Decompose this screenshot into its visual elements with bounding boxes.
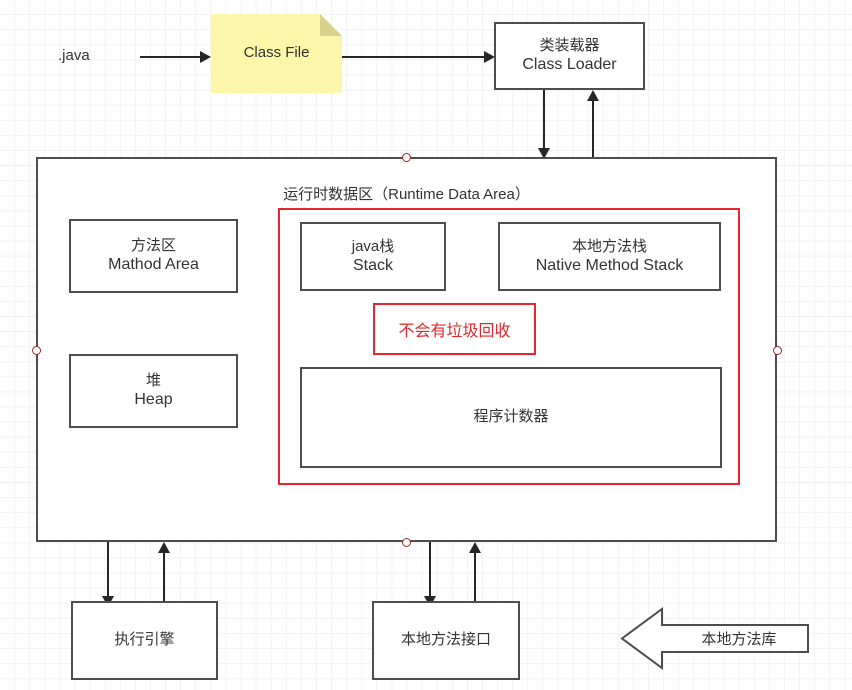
- heap-box[interactable]: 堆 Heap: [69, 354, 238, 428]
- heap-label-cn: 堆: [145, 372, 161, 390]
- native-method-library-arrow[interactable]: 本地方法库: [620, 605, 810, 672]
- arrow-from-execution-engine-head: [158, 542, 170, 553]
- arrow-from-native-interface-line: [474, 549, 476, 605]
- class-file-label: Class File: [243, 44, 310, 62]
- class-file-note[interactable]: Class File: [211, 14, 342, 93]
- diagram-canvas: .java Class File 类装载器 Class Loader 运行时数据…: [0, 0, 852, 690]
- native-method-stack-label-en: Native Method Stack: [535, 256, 684, 274]
- java-stack-label-en: Stack: [352, 256, 393, 274]
- native-method-interface-label-cn: 本地方法接口: [400, 631, 491, 649]
- arrow-to-execution-engine-line: [107, 542, 109, 600]
- native-method-stack-box[interactable]: 本地方法栈 Native Method Stack: [498, 222, 721, 291]
- native-method-library-label-cn: 本地方法库: [701, 631, 777, 648]
- java-stack-label-cn: java栈: [351, 237, 395, 255]
- program-counter-label-cn: 程序计数器: [473, 408, 549, 426]
- arrow-to-native-interface-line: [429, 542, 431, 600]
- connection-handle-top[interactable]: [402, 153, 411, 162]
- class-file-note-fold-icon: [320, 14, 342, 36]
- arrow-java-to-classfile-head: [200, 51, 211, 63]
- arrow-loader-up-line: [592, 97, 594, 157]
- arrow-loader-down-line: [543, 90, 545, 152]
- execution-engine-box[interactable]: 执行引擎: [71, 601, 218, 680]
- connection-handle-left[interactable]: [32, 346, 41, 355]
- runtime-data-area-title: 运行时数据区（Runtime Data Area）: [283, 186, 530, 203]
- connection-handle-right[interactable]: [773, 346, 782, 355]
- native-method-stack-label-cn: 本地方法栈: [571, 237, 647, 255]
- arrow-java-to-classfile-line: [140, 56, 202, 58]
- arrow-from-execution-engine-line: [163, 549, 165, 605]
- heap-label-en: Heap: [134, 391, 173, 409]
- execution-engine-label-cn: 执行引擎: [114, 631, 175, 649]
- class-loader-box[interactable]: 类装载器 Class Loader: [494, 22, 645, 90]
- connection-handle-bottom[interactable]: [402, 538, 411, 547]
- arrow-loader-up-head: [587, 90, 599, 101]
- class-loader-label-en: Class Loader: [522, 56, 617, 74]
- method-area-box[interactable]: 方法区 Mathod Area: [69, 219, 238, 293]
- no-gc-note-label: 不会有垃圾回收: [398, 323, 511, 340]
- no-gc-note[interactable]: 不会有垃圾回收: [373, 303, 536, 355]
- source-file-label: .java: [58, 47, 90, 64]
- program-counter-box[interactable]: 程序计数器: [300, 367, 722, 468]
- arrow-classfile-to-loader-line: [342, 56, 487, 58]
- arrow-from-native-interface-head: [469, 542, 481, 553]
- native-method-interface-box[interactable]: 本地方法接口: [372, 601, 520, 680]
- java-stack-box[interactable]: java栈 Stack: [300, 222, 446, 291]
- method-area-label-en: Mathod Area: [108, 256, 199, 274]
- class-loader-label-cn: 类装载器: [539, 37, 600, 55]
- method-area-label-cn: 方法区: [130, 237, 176, 255]
